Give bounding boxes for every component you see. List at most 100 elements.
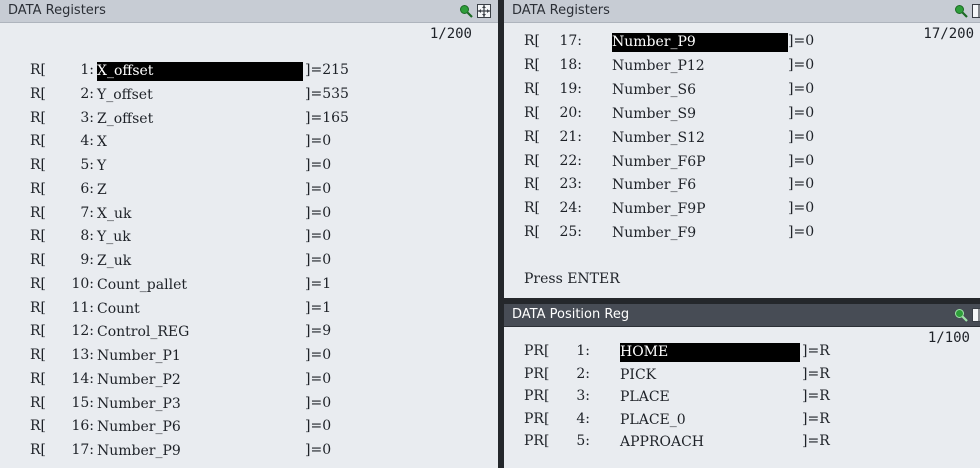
register-value[interactable]: ]=0 bbox=[305, 205, 331, 221]
register-row[interactable]: R[16: Number_P6]=0 bbox=[30, 416, 490, 439]
register-value[interactable]: ]=215 bbox=[305, 62, 349, 78]
register-row[interactable]: R[2: Y_offset]=535 bbox=[30, 84, 490, 107]
register-value[interactable]: ]=0 bbox=[305, 442, 331, 458]
register-row[interactable]: R[4: X]=0 bbox=[30, 131, 490, 154]
register-name[interactable]: Z_offset bbox=[97, 110, 153, 129]
register-value[interactable]: ]=0 bbox=[788, 176, 814, 192]
register-name[interactable]: Number_F9 bbox=[612, 224, 696, 243]
register-name[interactable]: Z_uk bbox=[97, 252, 131, 271]
register-row[interactable]: R[17: Number_P9]=0 bbox=[524, 31, 964, 54]
register-name[interactable]: PLACE_0 bbox=[620, 411, 686, 430]
register-row[interactable]: R[12: Control_REG]=9 bbox=[30, 321, 490, 344]
position-reg-row[interactable]: PR[2: PICK]=R bbox=[524, 364, 964, 387]
register-row[interactable]: R[1: X_offset]=215 bbox=[30, 60, 490, 83]
register-value[interactable]: ]=0 bbox=[788, 224, 814, 240]
register-name-selected[interactable]: X_offset bbox=[97, 62, 303, 81]
zoom-icon[interactable] bbox=[459, 4, 473, 18]
register-value[interactable]: ]=535 bbox=[305, 86, 349, 102]
register-value[interactable]: ]=0 bbox=[788, 153, 814, 169]
position-reg-row[interactable]: PR[3: PLACE]=R bbox=[524, 386, 964, 409]
register-value[interactable]: ]=0 bbox=[305, 181, 331, 197]
register-value[interactable]: ]=R bbox=[802, 366, 830, 382]
register-value[interactable]: ]=R bbox=[802, 388, 830, 404]
register-name[interactable]: Number_P3 bbox=[97, 395, 181, 414]
register-value[interactable]: ]=0 bbox=[305, 157, 331, 173]
register-name[interactable]: Number_P9 bbox=[97, 442, 181, 461]
register-row[interactable]: R[9: Z_uk]=0 bbox=[30, 250, 490, 273]
register-row[interactable]: R[20: Number_S9]=0 bbox=[524, 103, 964, 126]
register-value[interactable]: ]=1 bbox=[305, 300, 331, 316]
register-row[interactable]: R[15: Number_P3]=0 bbox=[30, 393, 490, 416]
register-value[interactable]: ]=0 bbox=[788, 57, 814, 73]
register-row[interactable]: R[10: Count_pallet]=1 bbox=[30, 274, 490, 297]
register-name[interactable]: Number_F6P bbox=[612, 153, 706, 172]
register-name[interactable]: Y_uk bbox=[97, 228, 131, 247]
register-name[interactable]: Number_S12 bbox=[612, 129, 705, 148]
register-name[interactable]: Count_pallet bbox=[97, 276, 187, 295]
position-reg-row[interactable]: PR[4: PLACE_0]=R bbox=[524, 409, 964, 432]
register-name[interactable]: X_uk bbox=[97, 205, 131, 224]
register-row[interactable]: R[14: Number_P2]=0 bbox=[30, 369, 490, 392]
register-row[interactable]: R[19: Number_S6]=0 bbox=[524, 79, 964, 102]
register-name[interactable]: Y bbox=[97, 157, 106, 176]
register-name[interactable]: Y_offset bbox=[97, 86, 153, 105]
register-name-selected[interactable]: Number_P9 bbox=[612, 33, 788, 52]
register-name[interactable]: Number_P1 bbox=[97, 347, 181, 366]
register-value[interactable]: ]=0 bbox=[305, 371, 331, 387]
register-value[interactable]: ]=0 bbox=[305, 418, 331, 434]
register-row[interactable]: R[23: Number_F6]=0 bbox=[524, 174, 964, 197]
register-row[interactable]: R[13: Number_P1]=0 bbox=[30, 345, 490, 368]
register-value[interactable]: ]=0 bbox=[788, 200, 814, 216]
register-name[interactable]: PICK bbox=[620, 366, 656, 385]
register-row[interactable]: R[6: Z]=0 bbox=[30, 179, 490, 202]
register-name[interactable]: Control_REG bbox=[97, 323, 189, 342]
register-name[interactable]: Number_S9 bbox=[612, 105, 696, 124]
register-name[interactable]: APPROACH bbox=[620, 433, 704, 452]
register-row[interactable]: R[3: Z_offset]=165 bbox=[30, 108, 490, 131]
maximize-icon[interactable] bbox=[477, 4, 491, 18]
register-value[interactable]: ]=165 bbox=[305, 110, 349, 126]
register-name[interactable]: Number_S6 bbox=[612, 81, 696, 100]
register-index: 2: bbox=[576, 365, 590, 382]
register-row[interactable]: R[5: Y]=0 bbox=[30, 155, 490, 178]
register-row[interactable]: R[22: Number_F6P]=0 bbox=[524, 151, 964, 174]
register-value[interactable]: ]=0 bbox=[788, 33, 814, 49]
register-name[interactable]: Number_F9P bbox=[612, 200, 706, 219]
register-value[interactable]: ]=1 bbox=[305, 276, 331, 292]
register-row[interactable]: R[24: Number_F9P]=0 bbox=[524, 198, 964, 221]
register-name[interactable]: Number_P6 bbox=[97, 418, 181, 437]
register-value[interactable]: ]=R bbox=[802, 411, 830, 427]
register-row[interactable]: R[18: Number_P12]=0 bbox=[524, 55, 964, 78]
register-row[interactable]: R[11: Count]=1 bbox=[30, 298, 490, 321]
register-value[interactable]: ]=R bbox=[802, 433, 830, 449]
maximize-icon[interactable] bbox=[972, 4, 980, 18]
register-value[interactable]: ]=0 bbox=[305, 228, 331, 244]
register-name-selected[interactable]: HOME bbox=[620, 343, 800, 362]
register-name[interactable]: PLACE bbox=[620, 388, 670, 407]
register-value[interactable]: ]=0 bbox=[788, 129, 814, 145]
register-value[interactable]: ]=0 bbox=[305, 133, 331, 149]
register-row[interactable]: R[21: Number_S12]=0 bbox=[524, 127, 964, 150]
register-row[interactable]: R[17: Number_P9]=0 bbox=[30, 440, 490, 463]
register-name[interactable]: Number_F6 bbox=[612, 176, 696, 195]
register-value[interactable]: ]=0 bbox=[305, 395, 331, 411]
register-value[interactable]: ]=0 bbox=[788, 105, 814, 121]
register-name[interactable]: Count bbox=[97, 300, 140, 319]
register-row[interactable]: R[8: Y_uk]=0 bbox=[30, 226, 490, 249]
register-name[interactable]: Number_P12 bbox=[612, 57, 705, 76]
position-reg-row[interactable]: PR[1: HOME]=R bbox=[524, 341, 964, 364]
register-name[interactable]: X bbox=[97, 133, 107, 152]
register-name[interactable]: Z bbox=[97, 181, 107, 200]
register-value[interactable]: ]=0 bbox=[305, 347, 331, 363]
register-row[interactable]: R[25: Number_F9]=0 bbox=[524, 222, 964, 245]
register-value[interactable]: ]=R bbox=[802, 343, 830, 359]
register-name[interactable]: Number_P2 bbox=[97, 371, 181, 390]
zoom-icon[interactable] bbox=[954, 4, 968, 18]
register-value[interactable]: ]=0 bbox=[788, 81, 814, 97]
register-value[interactable]: ]=0 bbox=[305, 252, 331, 268]
register-row[interactable]: R[7: X_uk]=0 bbox=[30, 203, 490, 226]
register-value[interactable]: ]=9 bbox=[305, 323, 331, 339]
maximize-icon[interactable] bbox=[972, 308, 980, 322]
position-reg-row[interactable]: PR[5: APPROACH]=R bbox=[524, 431, 964, 454]
zoom-icon[interactable] bbox=[954, 308, 968, 322]
